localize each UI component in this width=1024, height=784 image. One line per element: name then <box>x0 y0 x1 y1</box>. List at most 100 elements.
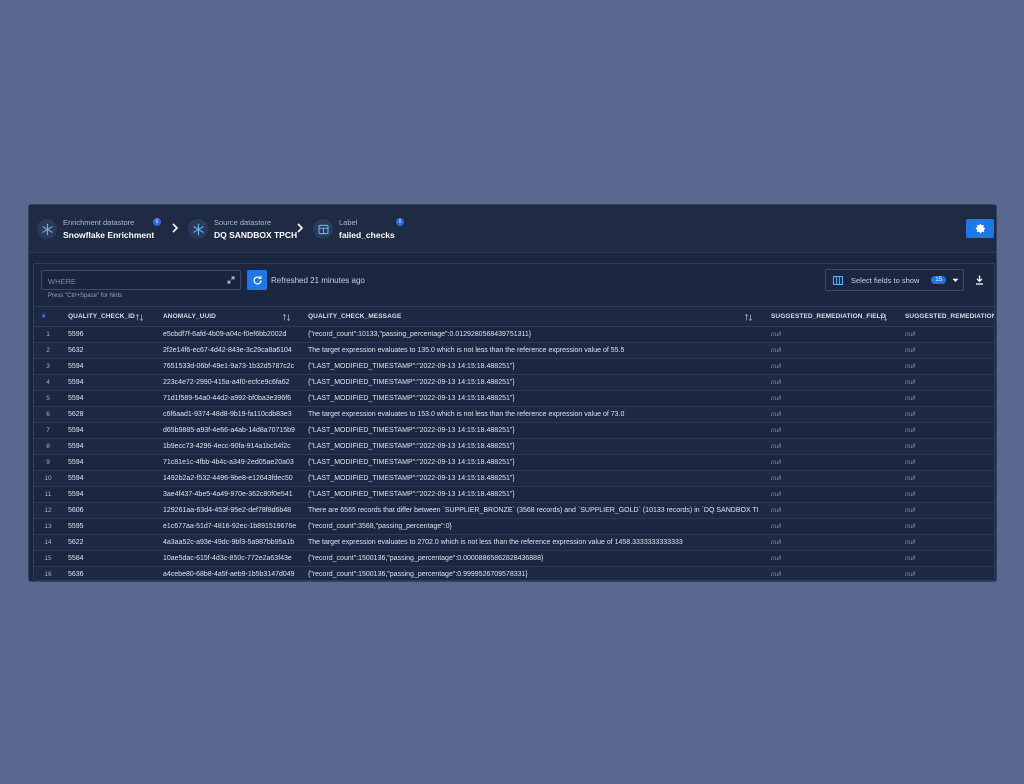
anomaly-uuid-cell: 1492b2a2-f532-4496-9be8-e12643fdec50 <box>163 475 293 482</box>
anomaly-uuid-cell: 7651533d-06bf-49e1-9a73-1b32d5787c2c <box>163 363 295 370</box>
suggested-remediation-field-cell: null <box>771 427 782 434</box>
suggested-remediation-field-cell: null <box>771 395 782 402</box>
suggested-remediation-val-cell: null <box>905 507 916 514</box>
table-row[interactable]: 7 5594 d65b9885-a93f-4e66-a4ab-14d8a7071… <box>34 423 994 439</box>
quality-check-message-cell: {"record_count":1500136,"passing_percent… <box>308 555 544 562</box>
breadcrumb-source-datastore[interactable]: Source datastore DQ SANDBOX TPCH <box>188 215 297 243</box>
refresh-button[interactable] <box>247 270 267 290</box>
settings-button[interactable] <box>966 219 994 238</box>
quality-check-id-cell: 5595 <box>68 523 84 530</box>
anomaly-uuid-cell: a4cebe80-68b8-4a5f-aeb9-1b5b3147d049 <box>163 571 295 578</box>
quality-check-message-cell: The target expression evaluates to 2702.… <box>308 539 683 546</box>
snowflake-icon <box>188 219 208 239</box>
info-icon[interactable]: i <box>396 218 404 226</box>
anomaly-uuid-cell: 129261aa-63d4-453f-95e2-def78f8d6b48 <box>163 507 292 514</box>
breadcrumb: Enrichment datastore Snowflake Enrichmen… <box>29 205 996 253</box>
quality-check-message-cell: There are 6565 records that differ betwe… <box>308 507 758 514</box>
expand-icon[interactable] <box>227 276 235 284</box>
sort-icon[interactable] <box>745 314 752 321</box>
table-icon <box>313 219 333 239</box>
fields-count-badge: 15 <box>931 276 947 284</box>
suggested-remediation-val-cell: null <box>905 427 916 434</box>
suggested-remediation-val-cell: null <box>905 363 916 370</box>
table-row[interactable]: 4 5594 223c4e72-2990-415a-a4f0-ecfce9c6f… <box>34 375 994 391</box>
quality-check-message-cell: {"LAST_MODIFIED_TIMESTAMP":"2022-09-13 1… <box>308 491 515 498</box>
table-row[interactable]: 9 5594 71c81e1c-4fbb-4b4c-a349-2ed05ae20… <box>34 455 994 471</box>
suggested-remediation-field-cell: null <box>771 411 782 418</box>
anomaly-uuid-cell: 2f2e14f6-ec67-4d42-843e-3c29ca8a6104 <box>163 347 292 354</box>
quality-check-id-cell: 5594 <box>68 475 84 482</box>
quality-check-id-cell: 5584 <box>68 555 84 562</box>
quality-check-message-cell: The target expression evaluates to 135.0… <box>308 347 625 354</box>
hint-text: Press "Ctrl+Space" for hints <box>48 293 123 299</box>
suggested-remediation-val-cell: null <box>905 475 916 482</box>
suggested-remediation-field-cell: null <box>771 523 782 530</box>
table-row[interactable]: 13 5595 e1c677aa-51d7-4816-92ec-1b891519… <box>34 519 994 535</box>
row-index: 3 <box>46 363 50 370</box>
suggested-remediation-val-cell: null <box>905 347 916 354</box>
sort-icon[interactable] <box>880 314 887 321</box>
quality-check-id-cell: 5594 <box>68 459 84 466</box>
where-input[interactable] <box>42 272 212 291</box>
suggested-remediation-val-cell: null <box>905 331 916 338</box>
anomaly-uuid-cell: 71d1f589-54a0-44d2-a992-bf0ba3e396f6 <box>163 395 292 402</box>
table-row[interactable]: 15 5584 10ae5dac-615f-4d3c-850c-772e2a63… <box>34 551 994 567</box>
row-index: 15 <box>44 555 52 562</box>
table-row[interactable]: 2 5632 2f2e14f6-ec67-4d42-843e-3c29ca8a6… <box>34 343 994 359</box>
suggested-remediation-field-cell: null <box>771 491 782 498</box>
row-index: 1 <box>46 331 50 338</box>
column-header-quality-check-id[interactable]: QUALITY_CHECK_ID <box>68 307 135 327</box>
table-row[interactable]: 16 5636 a4cebe80-68b8-4a5f-aeb9-1b5b3147… <box>34 567 994 580</box>
quality-check-id-cell: 5594 <box>68 395 84 402</box>
quality-check-id-cell: 5594 <box>68 363 84 370</box>
quality-check-message-cell: {"LAST_MODIFIED_TIMESTAMP":"2022-09-13 1… <box>308 379 515 386</box>
breadcrumb-value: DQ SANDBOX TPCH <box>214 230 298 240</box>
breadcrumb-enrichment-datastore[interactable]: Enrichment datastore Snowflake Enrichmen… <box>37 215 154 243</box>
info-icon[interactable]: i <box>153 218 161 226</box>
column-header-anomaly-uuid[interactable]: ANOMALY_UUID <box>163 307 216 327</box>
column-header-quality-check-message[interactable]: QUALITY_CHECK_MESSAGE <box>308 307 401 327</box>
table-row[interactable]: 5 5594 71d1f589-54a0-44d2-a992-bf0ba3e39… <box>34 391 994 407</box>
row-index: 10 <box>44 475 52 482</box>
quality-check-id-cell: 5622 <box>68 539 84 546</box>
table-row[interactable]: 12 5606 129261aa-63d4-453f-95e2-def78f8d… <box>34 503 994 519</box>
column-header-suggested-remediation-val[interactable]: SUGGESTED_REMEDIATION_VAL <box>905 307 994 327</box>
suggested-remediation-field-cell: null <box>771 459 782 466</box>
quality-check-message-cell: {"LAST_MODIFIED_TIMESTAMP":"2022-09-13 1… <box>308 443 515 450</box>
gear-icon <box>975 223 985 234</box>
where-field[interactable] <box>41 270 241 291</box>
suggested-remediation-val-cell: null <box>905 571 916 578</box>
row-index: 7 <box>46 427 50 434</box>
sort-icon[interactable] <box>136 314 143 321</box>
table-row[interactable]: 6 5628 c6f6aad1-9374-48d8-9b19-fa110cdb8… <box>34 407 994 423</box>
select-fields-dropdown[interactable]: Select fields to show 15 <box>825 269 964 291</box>
breadcrumb-label-table[interactable]: Label failed_checks <box>313 215 395 243</box>
table-row[interactable]: 3 5594 7651533d-06bf-49e1-9a73-1b32d5787… <box>34 359 994 375</box>
quality-check-id-cell: 5606 <box>68 507 84 514</box>
datastore-window: Enrichment datastore Snowflake Enrichmen… <box>28 204 997 582</box>
row-index: 11 <box>44 491 52 498</box>
quality-check-message-cell: The target expression evaluates to 153.0… <box>308 411 625 418</box>
suggested-remediation-field-cell: null <box>771 475 782 482</box>
quality-check-message-cell: {"LAST_MODIFIED_TIMESTAMP":"2022-09-13 1… <box>308 427 515 434</box>
breadcrumb-label: Source datastore <box>214 218 272 227</box>
select-fields-label: Select fields to show <box>851 275 920 285</box>
table-row[interactable]: 10 5594 1492b2a2-f532-4496-9be8-e12643fd… <box>34 471 994 487</box>
table-row[interactable]: 1 5596 e5cbdf7f-6afd-4b09-a04c-f0ef6bb20… <box>34 327 994 343</box>
column-header-suggested-remediation-field[interactable]: SUGGESTED_REMEDIATION_FIELD <box>771 307 886 327</box>
row-index: 2 <box>46 347 50 354</box>
suggested-remediation-val-cell: null <box>905 395 916 402</box>
table-row[interactable]: 8 5594 1b9ecc73-4296-4ecc-90fa-914a1bc54… <box>34 439 994 455</box>
quality-check-id-cell: 5594 <box>68 427 84 434</box>
download-icon[interactable] <box>975 275 984 285</box>
anomaly-uuid-cell: 4a3aa52c-a93e-49dc-9bf3-5a987bb95a1b <box>163 539 295 546</box>
columns-icon <box>833 275 843 285</box>
quality-check-message-cell: {"LAST_MODIFIED_TIMESTAMP":"2022-09-13 1… <box>308 363 515 370</box>
table-row[interactable]: 14 5622 4a3aa52c-a93e-49dc-9bf3-5a987bb9… <box>34 535 994 551</box>
row-index: 9 <box>46 459 50 466</box>
table-row[interactable]: 11 5594 3ae4f437-4be5-4a49-970e-362c80f0… <box>34 487 994 503</box>
quality-check-message-cell: {"LAST_MODIFIED_TIMESTAMP":"2022-09-13 1… <box>308 475 515 482</box>
table-header: # QUALITY_CHECK_ID ANOMALY_UUID QUALITY_… <box>34 306 994 327</box>
sort-icon[interactable] <box>283 314 290 321</box>
suggested-remediation-val-cell: null <box>905 459 916 466</box>
